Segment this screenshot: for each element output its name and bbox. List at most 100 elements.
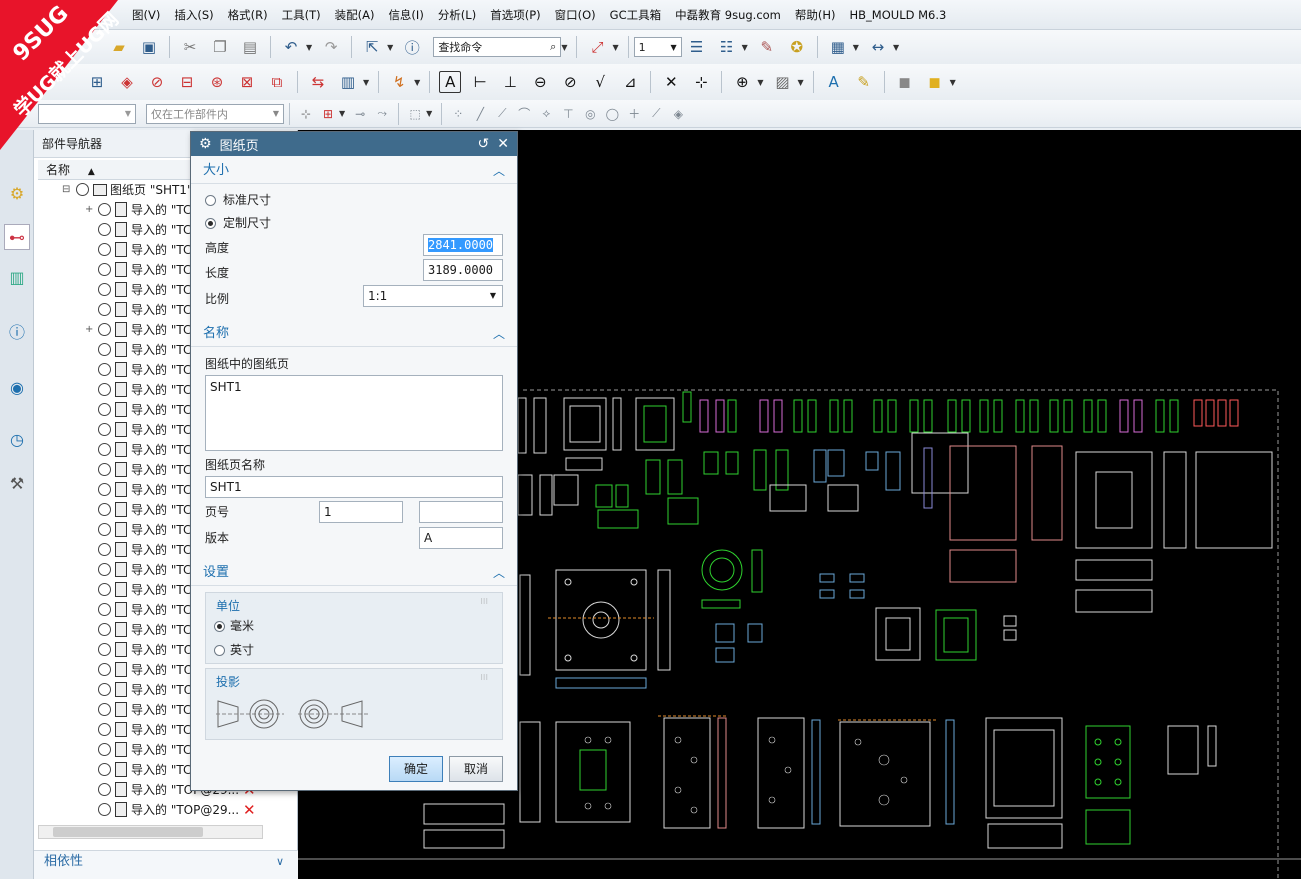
copy-icon[interactable]: ❐ — [209, 36, 231, 58]
scope-filter-select[interactable]: 仅在工作部件内 ▼ — [146, 103, 284, 124]
grid-icon[interactable]: ▦ — [827, 36, 849, 58]
reset-icon[interactable]: ↺ — [478, 136, 490, 152]
menu-help[interactable]: 帮助(H) — [795, 7, 836, 23]
center-mark-icon[interactable]: ⊹ — [690, 71, 712, 93]
type-filter-select[interactable]: ▼ — [38, 103, 136, 124]
snap-tangent-icon[interactable]: ⊤ — [560, 106, 576, 122]
height-field[interactable]: 2841.0000 — [423, 234, 503, 256]
snap-mid-icon[interactable]: ⟋ — [494, 106, 510, 122]
layer-settings-icon[interactable]: ☰ — [686, 36, 708, 58]
select-move-icon[interactable]: ⤳ — [374, 106, 390, 122]
palette-icon[interactable]: ✪ — [786, 36, 808, 58]
ok-button[interactable]: 确定 — [389, 756, 443, 782]
revision-field[interactable]: A — [419, 527, 503, 549]
standard-size-radio[interactable] — [205, 195, 216, 206]
surface-finish-icon[interactable]: √ — [589, 71, 611, 93]
layer-visible-icon[interactable]: ☷ — [716, 36, 738, 58]
gray-cube-icon[interactable]: ◼ — [894, 71, 916, 93]
tree-row[interactable]: 导入的 "TOP@29...✕ — [38, 800, 288, 820]
roles-icon[interactable]: ⚒ — [4, 470, 30, 496]
layer-select[interactable]: 1 ▼ — [633, 37, 682, 57]
menu-format[interactable]: 格式(R) — [228, 7, 268, 23]
menu-insert[interactable]: 插入(S) — [174, 7, 213, 23]
size-section-header[interactable]: 大小 ︿ — [191, 158, 517, 184]
menu-view[interactable]: 图(V) — [132, 7, 160, 23]
section-view-icon[interactable]: ⊟ — [176, 71, 198, 93]
snap-line-icon[interactable]: ╱ — [472, 106, 488, 122]
menu-assembly[interactable]: 装配(A) — [335, 7, 375, 23]
length-field[interactable]: 3189.0000 — [423, 259, 503, 281]
third-angle-projection-icon[interactable] — [298, 695, 372, 733]
select-point-icon[interactable]: ⊸ — [352, 106, 368, 122]
history-icon[interactable]: ◉ — [4, 374, 30, 400]
assembly-navigator-icon[interactable]: ⚙ — [4, 180, 30, 206]
redo-icon[interactable]: ↷ — [320, 36, 342, 58]
expand-icon[interactable]: + — [85, 320, 93, 340]
unit-inch-radio[interactable] — [214, 645, 225, 656]
feature-control-icon[interactable]: ⊢ — [469, 71, 491, 93]
open-icon[interactable]: ▰ — [108, 36, 130, 58]
close-icon[interactable]: ✕ — [497, 136, 509, 152]
base-view-icon[interactable]: ◈ — [116, 71, 138, 93]
detail-view-icon[interactable]: ⊛ — [206, 71, 228, 93]
menu-info[interactable]: 信息(I) — [388, 7, 423, 23]
page-number-field[interactable]: 1 — [319, 501, 403, 523]
menu-tools[interactable]: 工具(T) — [282, 7, 321, 23]
snap-icon[interactable]: ⊹ — [298, 106, 314, 122]
menu-gc-toolbox[interactable]: GC工具箱 — [610, 7, 661, 23]
note-icon[interactable]: A — [439, 71, 462, 93]
rectangle-select-icon[interactable]: ⬚ — [407, 106, 423, 122]
measure-icon[interactable]: ↔ — [867, 36, 889, 58]
centerline-icon[interactable]: ✕ — [660, 71, 682, 93]
selection-filter-icon[interactable]: ⊞ — [320, 106, 336, 122]
scale-select[interactable]: 1:1 ▼ — [363, 285, 503, 307]
menu-window[interactable]: 窗口(O) — [555, 7, 596, 23]
edit-style-icon[interactable]: ✎ — [853, 71, 875, 93]
snap-end-icon[interactable]: ⁘ — [450, 106, 466, 122]
table-icon[interactable]: ▥ — [337, 71, 359, 93]
paste-icon[interactable]: ▤ — [239, 36, 261, 58]
snap-quadrant-icon[interactable]: ◯ — [604, 106, 620, 122]
yellow-cube-icon[interactable]: ◼ — [924, 71, 946, 93]
new-sheet-icon[interactable]: ⊞ — [86, 71, 108, 93]
menu-hb-mould[interactable]: HB_MOULD M6.3 — [850, 8, 947, 22]
unit-mm-radio[interactable] — [214, 621, 225, 632]
paint-icon[interactable]: ✎ — [756, 36, 778, 58]
page-suffix-field[interactable] — [419, 501, 503, 523]
crosshair-icon[interactable]: ⊕ — [731, 71, 753, 93]
settings-section-header[interactable]: 设置 ︿ — [191, 560, 517, 586]
undo-icon[interactable]: ↶ — [280, 36, 302, 58]
part-navigator-icon[interactable]: ⊷ — [4, 224, 30, 250]
fit-view-icon[interactable]: ⤢ — [586, 36, 608, 58]
collapse-icon[interactable]: ⊟ — [62, 180, 70, 200]
name-section-header[interactable]: 名称 ︿ — [191, 321, 517, 347]
select-icon[interactable]: ⇱ — [361, 36, 383, 58]
dimension-icon[interactable]: ↯ — [388, 71, 410, 93]
image-icon[interactable]: ▨ — [771, 71, 793, 93]
weld-icon[interactable]: ⊘ — [559, 71, 581, 93]
text-style-icon[interactable]: A — [823, 71, 845, 93]
reuse-library-icon[interactable]: ▥ — [4, 264, 30, 290]
sheet-list[interactable]: SHT1 — [205, 375, 503, 451]
projected-view-icon[interactable]: ⊘ — [146, 71, 168, 93]
snap-arc-icon[interactable]: ⟡ — [538, 106, 554, 122]
symbol-icon[interactable]: ⊿ — [619, 71, 641, 93]
break-view-icon[interactable]: ⊠ — [236, 71, 258, 93]
dependency-panel-header[interactable]: 相依性 ∨ — [34, 850, 298, 879]
cancel-button[interactable]: 取消 — [449, 756, 503, 782]
balloon-icon[interactable]: ⊖ — [529, 71, 551, 93]
snap-intersect-icon[interactable]: ⟋ — [648, 106, 664, 122]
snap-curve-icon[interactable]: ⌒ — [516, 106, 532, 122]
snap-point-icon[interactable]: ＋ — [626, 106, 642, 122]
sheet-list-item[interactable]: SHT1 — [210, 380, 242, 394]
web-browser-icon[interactable]: ⓘ — [4, 318, 30, 344]
view-update-icon[interactable]: ⧉ — [266, 71, 288, 93]
sheet-name-field[interactable]: SHT1 — [205, 476, 503, 498]
navigator-horizontal-scrollbar[interactable] — [38, 825, 263, 839]
clock-icon[interactable]: ◷ — [4, 426, 30, 452]
menu-education[interactable]: 中磊教育 9sug.com — [675, 7, 781, 23]
dialog-titlebar[interactable]: ⚙ 图纸页 ↺ ✕ — [191, 132, 517, 156]
snap-face-icon[interactable]: ◈ — [670, 106, 686, 122]
info-icon[interactable]: ⓘ — [401, 36, 423, 58]
menu-preferences[interactable]: 首选项(P) — [490, 7, 540, 23]
